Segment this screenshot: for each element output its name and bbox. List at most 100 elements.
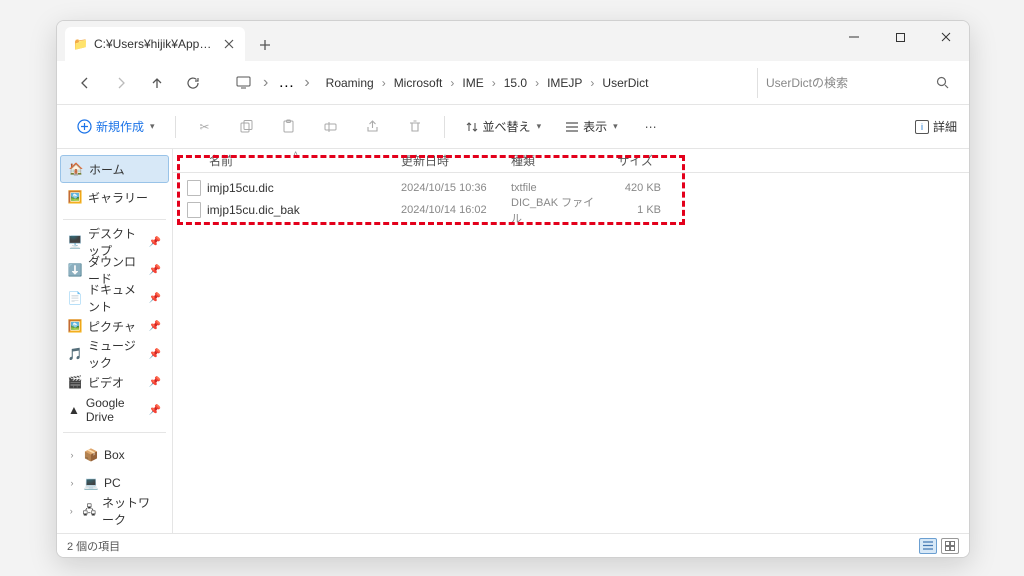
file-size: 1 KB xyxy=(605,204,661,216)
file-list[interactable]: imjp15cu.dic 2024/10/15 10:36 txtfile 42… xyxy=(173,173,969,533)
sidebar-item-desktop[interactable]: 🖥️デスクトップ📌 xyxy=(60,228,169,256)
pin-icon: 📌 xyxy=(149,349,161,360)
new-label: 新規作成 xyxy=(96,118,144,135)
minimize-button[interactable] xyxy=(831,21,877,53)
pc-icon[interactable] xyxy=(227,67,259,99)
view-toggles xyxy=(919,538,959,554)
drive-icon: ▲ xyxy=(68,403,80,417)
sidebar-item-label: ビデオ xyxy=(88,374,124,391)
sort-label: 並べ替え xyxy=(483,118,531,135)
up-button[interactable] xyxy=(141,67,173,99)
sidebar-item-gallery[interactable]: 🖼️ ギャラリー xyxy=(60,183,169,211)
sidebar-item-label: ドキュメント xyxy=(88,281,143,315)
copy-icon xyxy=(239,119,254,134)
sidebar-item-googledrive[interactable]: ▲ Google Drive 📌 xyxy=(60,396,169,424)
details-view-toggle[interactable] xyxy=(919,538,937,554)
explorer-window: 📁 C:¥Users¥hijik¥AppData¥Roan › … › Roam… xyxy=(56,20,970,558)
breadcrumb-item[interactable]: IMEJP xyxy=(541,72,588,94)
chevron-down-icon: ▾ xyxy=(150,121,155,132)
sort-indicator-icon: ˄ xyxy=(293,149,298,159)
file-name: imjp15cu.dic_bak xyxy=(207,203,300,217)
cut-button[interactable]: ✂ xyxy=(188,112,222,142)
refresh-button[interactable] xyxy=(177,67,209,99)
copy-button[interactable] xyxy=(230,112,264,142)
window-tab[interactable]: 📁 C:¥Users¥hijik¥AppData¥Roan xyxy=(65,27,245,61)
sidebar-item-network[interactable]: ›🖧ネットワーク xyxy=(60,497,169,525)
view-button[interactable]: 表示 ▾ xyxy=(557,112,626,142)
view-label: 表示 xyxy=(583,118,607,135)
breadcrumb-overflow[interactable]: … xyxy=(272,70,300,96)
share-button[interactable] xyxy=(356,112,390,142)
delete-button[interactable] xyxy=(398,112,432,142)
breadcrumb-item[interactable]: Microsoft xyxy=(388,72,449,94)
explorer-body: 🏠 ホーム 🖼️ ギャラリー 🖥️デスクトップ📌 ⬇️ダウンロード📌 📄ドキュメ… xyxy=(57,149,969,533)
search-box[interactable] xyxy=(757,68,957,98)
back-button[interactable] xyxy=(69,67,101,99)
file-type: txtfile xyxy=(511,182,605,194)
file-icon xyxy=(187,180,201,196)
sort-icon xyxy=(465,120,479,134)
status-bar: 2 個の項目 xyxy=(57,533,969,557)
plus-circle-icon xyxy=(77,119,92,134)
breadcrumb-item[interactable]: UserDict xyxy=(596,72,654,94)
forward-button[interactable] xyxy=(105,67,137,99)
sidebar-item-music[interactable]: 🎵ミュージック📌 xyxy=(60,340,169,368)
maximize-button[interactable] xyxy=(877,21,923,53)
chevron-right-icon: › xyxy=(68,506,75,516)
column-headers[interactable]: 名前 ˄ 更新日時 種類 サイズ xyxy=(173,149,969,173)
sidebar-item-pictures[interactable]: 🖼️ピクチャ📌 xyxy=(60,312,169,340)
breadcrumb-item[interactable]: Roaming xyxy=(320,72,380,94)
sort-button[interactable]: 並べ替え ▾ xyxy=(457,112,550,142)
paste-button[interactable] xyxy=(272,112,306,142)
chevron-right-icon: › xyxy=(263,74,268,92)
sidebar-item-box[interactable]: ›📦Box xyxy=(60,441,169,469)
share-icon xyxy=(365,119,380,134)
pin-icon: 📌 xyxy=(149,265,161,276)
sidebar-item-downloads[interactable]: ⬇️ダウンロード📌 xyxy=(60,256,169,284)
trash-icon xyxy=(408,119,422,134)
close-button[interactable] xyxy=(923,21,969,53)
rename-button[interactable] xyxy=(314,112,348,142)
breadcrumb-item[interactable]: IME xyxy=(456,72,489,94)
search-input[interactable] xyxy=(766,76,930,90)
details-label: 詳細 xyxy=(933,118,957,135)
details-pane-icon: i xyxy=(915,120,929,134)
toolbar: 新規作成 ▾ ✂ 並べ替え ▾ 表示 ▾ ⋯ i 詳細 xyxy=(57,105,969,149)
sidebar-item-label: ミュージック xyxy=(88,337,143,371)
new-button[interactable]: 新規作成 ▾ xyxy=(69,112,163,142)
pin-icon: 📌 xyxy=(149,377,161,388)
pin-icon: 📌 xyxy=(149,237,161,248)
breadcrumb-item[interactable]: 15.0 xyxy=(498,72,533,94)
file-pane: 名前 ˄ 更新日時 種類 サイズ imjp15cu.dic 2024/10/15… xyxy=(173,149,969,533)
home-icon: 🏠 xyxy=(69,162,83,176)
file-size: 420 KB xyxy=(605,182,661,194)
pin-icon: 📌 xyxy=(149,293,161,304)
title-bar: 📁 C:¥Users¥hijik¥AppData¥Roan xyxy=(57,21,969,61)
col-date[interactable]: 更新日時 xyxy=(401,152,511,169)
sidebar-item-label: ピクチャ xyxy=(88,318,136,335)
new-tab-button[interactable] xyxy=(249,29,281,61)
sidebar-item-label: Google Drive xyxy=(86,396,143,424)
pin-icon: 📌 xyxy=(149,405,161,416)
file-row[interactable]: imjp15cu.dic_bak 2024/10/14 16:02 DIC_BA… xyxy=(173,199,969,221)
col-size[interactable]: サイズ xyxy=(605,152,661,169)
details-pane-button[interactable]: i 詳細 xyxy=(915,118,957,135)
close-tab-icon[interactable] xyxy=(221,36,237,52)
sidebar-item-pc[interactable]: ›💻PC xyxy=(60,469,169,497)
sidebar: 🏠 ホーム 🖼️ ギャラリー 🖥️デスクトップ📌 ⬇️ダウンロード📌 📄ドキュメ… xyxy=(57,149,173,533)
view-icon xyxy=(565,121,579,133)
sidebar-item-documents[interactable]: 📄ドキュメント📌 xyxy=(60,284,169,312)
file-date: 2024/10/14 16:02 xyxy=(401,204,511,216)
sidebar-item-videos[interactable]: 🎬ビデオ📌 xyxy=(60,368,169,396)
col-type[interactable]: 種類 xyxy=(511,152,605,169)
search-icon xyxy=(936,76,949,89)
pin-icon: 📌 xyxy=(149,321,161,332)
sidebar-item-home[interactable]: 🏠 ホーム xyxy=(60,155,169,183)
paste-icon xyxy=(281,119,296,134)
thumbnail-view-toggle[interactable] xyxy=(941,538,959,554)
window-controls xyxy=(831,21,969,53)
more-button[interactable]: ⋯ xyxy=(634,112,668,142)
rename-icon xyxy=(323,119,338,134)
item-count: 2 個の項目 xyxy=(67,538,120,554)
folder-icon: 📁 xyxy=(73,37,88,51)
